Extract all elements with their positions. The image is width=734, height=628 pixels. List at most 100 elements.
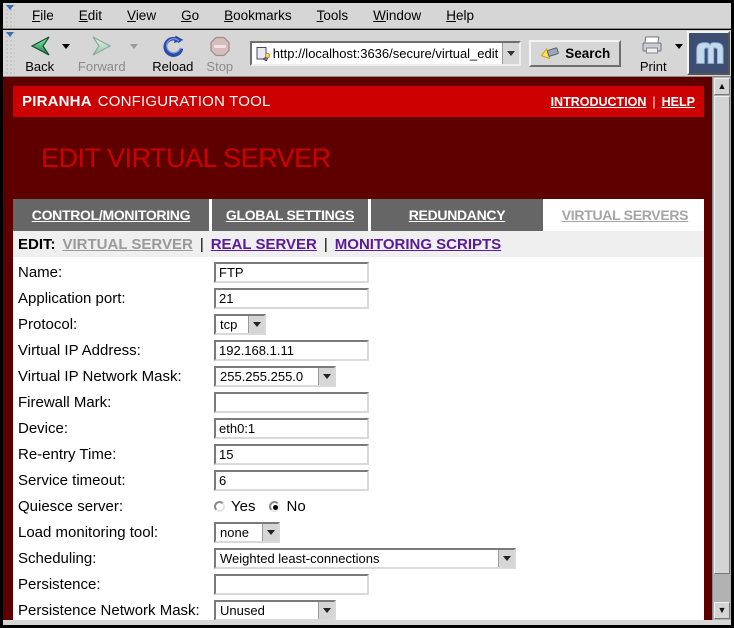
back-arrow-icon [27,33,53,59]
tab-global-settings[interactable]: GLOBAL SETTINGS [212,199,368,231]
form-row: Virtual IP Network Mask: 255.255.255.0 [13,363,704,389]
vertical-scrollbar[interactable]: ▲ ▼ [712,77,731,620]
piranha-header: PIRANHA CONFIGURATION TOOL INTRODUCTION … [13,86,704,117]
virtual-ip-netmask-select[interactable]: 255.255.255.0 [214,366,336,387]
field-label: Load monitoring tool: [18,524,214,541]
field-label: Firewall Mark: [18,394,214,411]
brand-name: PIRANHA [22,93,92,110]
introduction-link[interactable]: INTRODUCTION [551,95,647,109]
tab-control-monitoring[interactable]: CONTROL/MONITORING [13,199,209,231]
form-row: Re-entry Time: [13,441,704,467]
main-tabs: CONTROL/MONITORING GLOBAL SETTINGS REDUN… [13,199,704,231]
field-label: Service timeout: [18,472,214,489]
navigation-toolbar: Back Forward Reload [3,30,731,77]
window-bottom-edge [3,620,731,625]
radio-label: Yes [231,498,255,515]
subnav-real-server-link[interactable]: REAL SERVER [211,236,317,253]
search-flashlight-icon [540,45,560,61]
mozilla-logo-icon[interactable] [687,31,730,75]
field-label: Quiesce server: [18,498,214,515]
reload-icon [160,33,186,59]
url-bar[interactable]: http://localhost:3636/secure/virtual_edi… [250,41,521,66]
form-row: Load monitoring tool: none [13,519,704,545]
virtual-server-form: Name: Application port: Protocol: tcp Vi… [13,257,704,620]
field-label: Persistence: [18,576,214,593]
brand-subtitle: CONFIGURATION TOOL [98,93,271,110]
field-label: Application port: [18,290,214,307]
stop-icon [208,33,232,59]
scrollbar-thumb[interactable] [714,96,730,574]
browser-window: File Edit View Go Bookmarks Tools Window… [0,0,734,628]
chevron-down-icon [318,602,334,619]
menu-tools[interactable]: Tools [317,8,349,23]
edit-subnav: EDIT: VIRTUAL SERVER | REAL SERVER | MON… [13,231,704,257]
reload-button[interactable]: Reload [148,33,198,74]
field-label: Name: [18,264,214,281]
form-row: Persistence: [13,571,704,597]
virtual-ip-address-input[interactable] [214,340,369,361]
field-label: Virtual IP Address: [18,342,214,359]
application-port-input[interactable] [214,288,369,309]
firewall-mark-input[interactable] [214,392,369,413]
form-row: Quiesce server: Yes No [13,493,704,519]
chevron-down-icon [318,368,334,385]
scroll-down-icon: ▼ [718,606,727,615]
menu-window[interactable]: Window [373,8,421,23]
menu-bookmarks[interactable]: Bookmarks [224,8,292,23]
content-area: CONTROL/MONITORING GLOBAL SETTINGS REDUN… [13,199,704,620]
persistence-netmask-select[interactable]: Unused [214,600,336,621]
service-timeout-input[interactable] [214,470,369,491]
scroll-up-icon: ▲ [718,82,727,91]
chevron-down-icon [498,550,514,567]
form-row: Scheduling: Weighted least-connections [13,545,704,571]
radio-label: No [286,498,305,515]
menu-help[interactable]: Help [446,8,474,23]
page-title: EDIT VIRTUAL SERVER [41,143,331,174]
field-label: Scheduling: [18,550,214,567]
back-button[interactable]: Back [18,33,62,74]
toolbar-grip[interactable] [4,4,15,27]
back-dropdown-icon[interactable] [62,44,70,49]
scroll-down-button[interactable]: ▼ [714,602,730,619]
form-row: Virtual IP Address: [13,337,704,363]
forward-button[interactable]: Forward [74,33,130,74]
menu-file[interactable]: File [32,8,54,23]
page-proxy-icon[interactable] [255,46,270,61]
protocol-select[interactable]: tcp [214,314,266,335]
menu-view[interactable]: View [127,8,156,23]
url-history-dropdown[interactable] [502,43,519,64]
tab-virtual-servers[interactable]: VIRTUAL SERVERS [546,199,704,231]
stop-button[interactable]: Stop [198,33,242,74]
chevron-down-icon [262,524,278,541]
chevron-down-icon [248,316,264,333]
field-label: Persistence Network Mask: [18,602,214,619]
quiesce-yes-radio[interactable] [214,501,225,512]
form-row: Protocol: tcp [13,311,704,337]
subnav-monitoring-scripts-link[interactable]: MONITORING SCRIPTS [335,236,501,253]
print-dropdown-icon[interactable] [675,44,683,49]
forward-dropdown-icon[interactable] [130,44,138,49]
search-button[interactable]: Search [529,40,621,67]
scheduling-select[interactable]: Weighted least-connections [214,548,516,569]
field-label: Virtual IP Network Mask: [18,368,214,385]
reentry-time-input[interactable] [214,444,369,465]
quiesce-no-radio[interactable] [269,501,280,512]
print-button[interactable]: Print [631,33,675,74]
url-input[interactable]: http://localhost:3636/secure/virtual_edi… [273,46,502,61]
menu-go[interactable]: Go [181,8,199,23]
toolbar-grip[interactable] [4,31,15,75]
tab-redundancy[interactable]: REDUNDANCY [371,199,543,231]
form-row: Service timeout: [13,467,704,493]
printer-icon [641,33,665,59]
device-input[interactable] [214,418,369,439]
persistence-input[interactable] [214,574,369,595]
menu-edit[interactable]: Edit [79,8,102,23]
form-row: Name: [13,259,704,285]
name-input[interactable] [214,262,369,283]
help-link[interactable]: HELP [662,95,695,109]
menu-bar: File Edit View Go Bookmarks Tools Window… [3,3,731,29]
scroll-up-button[interactable]: ▲ [714,78,730,95]
subnav-prefix: EDIT: [18,236,56,253]
field-label: Protocol: [18,316,214,333]
load-monitoring-select[interactable]: none [214,522,280,543]
